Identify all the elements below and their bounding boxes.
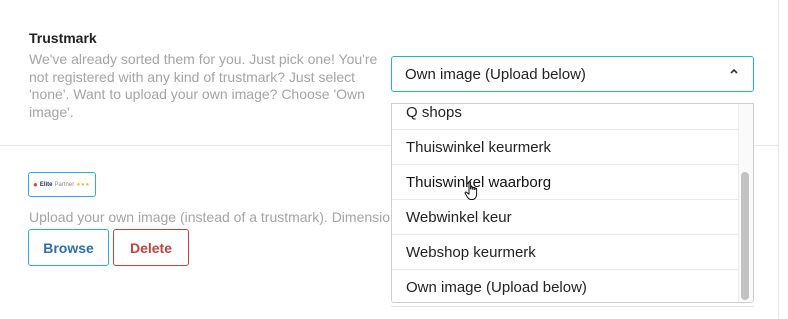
delete-button[interactable]: Delete <box>113 229 189 266</box>
dropdown-option-webwinkel-keur[interactable]: Webwinkel keur <box>392 200 738 235</box>
trustmark-dropdown-list[interactable]: Q shops Thuiswinkel keurmerk Thuiswinkel… <box>391 103 754 303</box>
trustmark-select[interactable]: Own image (Upload below) <box>391 56 754 92</box>
browse-button[interactable]: Browse <box>28 229 109 266</box>
bottom-divider <box>391 306 754 307</box>
uploaded-image-preview: ● Elite Partner ★★★ <box>28 172 96 197</box>
upload-help-text: Upload your own image (instead of a trus… <box>29 209 391 225</box>
logo-stars: ★★★ <box>76 181 90 188</box>
dropdown-option-q-shops[interactable]: Q shops <box>392 104 738 130</box>
dropdown-option-webshop-keurmerk[interactable]: Webshop keurmerk <box>392 235 738 270</box>
hand-pointer-cursor-icon <box>464 181 480 201</box>
dropdown-option-thuiswinkel-waarborg[interactable]: Thuiswinkel waarborg <box>392 165 738 200</box>
dropdown-option-thuiswinkel-keurmerk[interactable]: Thuiswinkel keurmerk <box>392 130 738 165</box>
logo-brand-text: Elite <box>39 181 53 188</box>
trustmark-label: Trustmark <box>29 30 97 46</box>
dropdown-scrollbar-thumb[interactable] <box>741 172 749 300</box>
chevron-up-icon <box>729 66 739 79</box>
trustmark-selected-value: Own image (Upload below) <box>405 65 586 83</box>
logo-drop-icon: ● <box>33 180 38 189</box>
trustmark-help-text: We've already sorted them for you. Just … <box>29 51 378 120</box>
logo-sub-text: Partner <box>54 181 75 188</box>
dropdown-option-own-image[interactable]: Own image (Upload below) <box>392 270 738 302</box>
